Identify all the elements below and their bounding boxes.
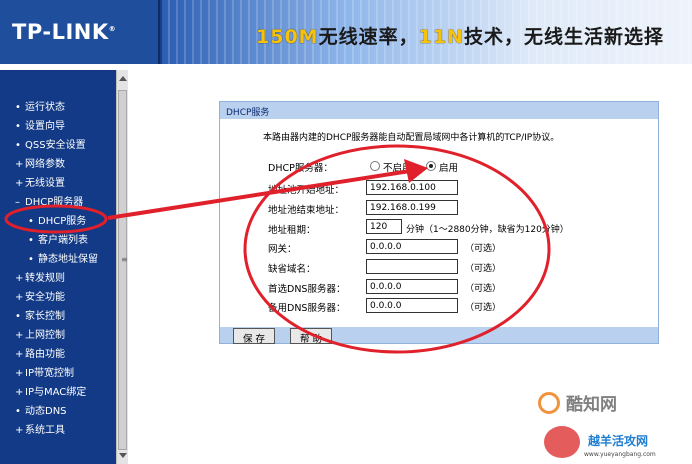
sidebar-item-static-address[interactable]: • 静态地址保留 xyxy=(28,250,98,265)
sidebar-item-wireless[interactable]: + 无线设置 xyxy=(15,174,65,189)
scroll-up-icon[interactable] xyxy=(119,76,127,81)
dhcp-panel: DHCP服务 本路由器内建的DHCP服务器能自动配置局域网中各计算机的TCP/I… xyxy=(219,101,659,345)
header-slogan: 150M无线速率，11N技术，无线生活新选择 xyxy=(256,26,664,48)
watermark-logo-icon xyxy=(538,392,560,414)
scroll-thumb[interactable]: ≡ xyxy=(118,90,128,450)
sidebar-item-dhcp-service[interactable]: • DHCP服务 xyxy=(28,212,86,227)
sidebar-item-access-control[interactable]: + 上网控制 xyxy=(15,326,65,341)
save-button[interactable]: 保 存 xyxy=(233,328,275,345)
radio-enable-label: 启用 xyxy=(439,163,459,174)
dns2-optional: （可选） xyxy=(465,303,502,313)
dns1-field[interactable]: 0.0.0.0 xyxy=(366,279,458,294)
sidebar-item-network[interactable]: + 网络参数 xyxy=(15,155,65,170)
sidebar-item-status[interactable]: • 运行状态 xyxy=(15,98,65,113)
domain-optional: （可选） xyxy=(465,264,502,274)
watermark-url: www.yueyangbang.com xyxy=(584,451,656,458)
sidebar-item-dhcp-server[interactable]: – DHCP服务器 xyxy=(15,193,83,208)
watermark-brand2: 越羊活攻网 xyxy=(588,434,649,448)
end-ip-field[interactable]: 192.168.0.199 xyxy=(366,200,458,215)
lease-field[interactable]: 120 xyxy=(366,219,402,234)
dns2-label: 备用DNS服务器： xyxy=(268,303,346,314)
watermark-icon xyxy=(544,426,580,458)
header: TP-LINK® 150M无线速率，11N技术，无线生活新选择 xyxy=(0,0,692,64)
sidebar-item-security[interactable]: + 安全功能 xyxy=(15,288,65,303)
sidebar-item-ddns[interactable]: • 动态DNS xyxy=(15,402,67,417)
logo-area: TP-LINK® xyxy=(0,0,160,64)
sidebar-item-bandwidth[interactable]: + IP带宽控制 xyxy=(15,364,74,379)
button-bar xyxy=(220,327,658,343)
dns1-optional: （可选） xyxy=(465,284,502,294)
router-admin-page: TP-LINK® 150M无线速率，11N技术，无线生活新选择 • 运行状态 • 设… xyxy=(0,0,692,464)
lease-hint: 分钟（1～2880分钟，缺省为120分钟） xyxy=(406,225,569,235)
sidebar-item-parental[interactable]: • 家长控制 xyxy=(15,307,65,322)
header-banner: 150M无线速率，11N技术，无线生活新选择 xyxy=(162,0,692,64)
watermark-brand: 酷知网 xyxy=(566,395,617,415)
dns2-field[interactable]: 0.0.0.0 xyxy=(366,298,458,313)
sidebar-item-ip-mac[interactable]: + IP与MAC绑定 xyxy=(15,383,86,398)
sidebar-item-client-list[interactable]: • 客户端列表 xyxy=(28,231,88,246)
scroll-down-icon[interactable] xyxy=(119,453,127,458)
dns1-label: 首选DNS服务器： xyxy=(268,284,346,295)
tp-link-logo: TP-LINK® xyxy=(12,20,117,44)
domain-label: 缺省域名： xyxy=(268,264,316,275)
sidebar-item-qss[interactable]: • QSS安全设置 xyxy=(15,136,86,151)
grip-icon: ≡ xyxy=(121,255,128,264)
sidebar-item-forwarding[interactable]: + 转发规则 xyxy=(15,269,65,284)
gateway-label: 网关： xyxy=(268,244,297,255)
domain-field[interactable] xyxy=(366,259,458,274)
gateway-optional: （可选） xyxy=(465,244,502,254)
help-button[interactable]: 帮 助 xyxy=(290,328,332,345)
start-ip-field[interactable]: 192.168.0.100 xyxy=(366,180,458,195)
sidebar-item-system-tools[interactable]: + 系统工具 xyxy=(15,421,65,436)
sidebar-scrollbar[interactable]: ≡ xyxy=(116,70,128,464)
start-ip-label: 地址池开始地址： xyxy=(268,185,345,196)
radio-disable-label: 不启用 xyxy=(383,163,412,174)
panel-title: DHCP服务 xyxy=(220,102,658,119)
sidebar-item-routing[interactable]: + 路由功能 xyxy=(15,345,65,360)
sidebar-item-wizard[interactable]: • 设置向导 xyxy=(15,117,65,132)
lease-label: 地址租期： xyxy=(268,225,316,236)
panel-description: 本路由器内建的DHCP服务器能自动配置局域网中各计算机的TCP/IP协议。 xyxy=(263,133,560,143)
dhcp-server-label: DHCP服务器： xyxy=(268,163,333,174)
radio-enable[interactable] xyxy=(426,161,436,171)
end-ip-label: 地址池结束地址： xyxy=(268,205,345,216)
radio-disable[interactable] xyxy=(370,161,380,171)
gateway-field[interactable]: 0.0.0.0 xyxy=(366,239,458,254)
